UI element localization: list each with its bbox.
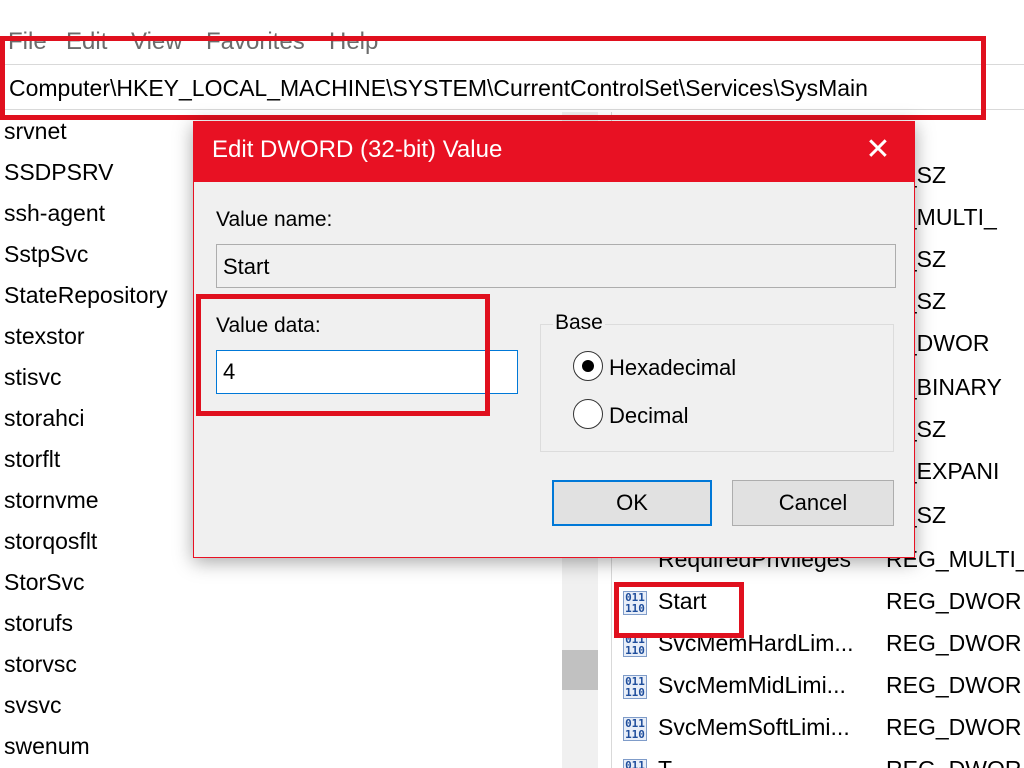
tree-item[interactable]: stisvc [4, 364, 62, 391]
dword-value-icon: 011 110 [620, 756, 650, 768]
cancel-button[interactable]: Cancel [732, 480, 894, 526]
base-group: Base Hexadecimal Decimal [540, 311, 894, 452]
tree-item[interactable]: storqosflt [4, 528, 97, 555]
dword-value-icon: 011 110 [623, 717, 647, 741]
address-highlight-box [0, 36, 986, 120]
value-name: SvcMemMidLimi... [658, 672, 846, 698]
value-type: REG_DWOR [886, 588, 1022, 614]
value-type: REG_DWOR [886, 714, 1022, 740]
tree-item[interactable]: SstpSvc [4, 241, 88, 268]
dialog-title: Edit DWORD (32-bit) Value [212, 136, 503, 163]
tree-item[interactable]: SSDPSRV [4, 159, 114, 186]
value-name: SvcMemSoftLimi... [658, 714, 850, 740]
tree-item[interactable]: srvnet [4, 118, 67, 145]
decimal-radio[interactable] [573, 399, 603, 429]
tree-item[interactable]: StateRepository [4, 282, 168, 309]
ok-button[interactable]: OK [552, 480, 712, 526]
tree-item[interactable]: stexstor [4, 323, 85, 350]
value-type: REG_DWOR [886, 630, 1022, 656]
tree-item[interactable]: stornvme [4, 487, 99, 514]
decimal-label[interactable]: Decimal [609, 403, 688, 429]
dword-value-icon: 011 110 [623, 675, 647, 699]
tree-item[interactable]: StorSvc [4, 569, 85, 596]
tree-item[interactable]: swenum [4, 733, 90, 760]
radio-selected-dot [582, 360, 594, 372]
tree-item[interactable]: storahci [4, 405, 85, 432]
close-icon[interactable]: ✕ [860, 132, 896, 168]
value-row-svcmemsoftlimit[interactable]: 011 110 SvcMemSoftLimi... REG_DWOR [612, 708, 1024, 750]
value-type: REG_DWOR [886, 672, 1022, 698]
value-row-t[interactable]: 011 110 T REG_DWOR [612, 750, 1024, 768]
value-type: REG_DWOR [886, 756, 1021, 768]
start-value-highlight-box [614, 582, 744, 638]
tree-item[interactable]: svsvc [4, 692, 62, 719]
hexadecimal-radio[interactable] [573, 351, 603, 381]
value-name-field: Start [216, 244, 896, 288]
hexadecimal-label[interactable]: Hexadecimal [609, 355, 736, 381]
value-row-svcmemmidlimit[interactable]: 011 110 SvcMemMidLimi... REG_DWOR [612, 666, 1024, 708]
value-name-label: Value name: [216, 208, 333, 231]
tree-scroll-thumb[interactable] [562, 650, 598, 690]
tree-item[interactable]: storflt [4, 446, 60, 473]
tree-item[interactable]: ssh-agent [4, 200, 105, 227]
value-data-highlight-box [196, 294, 490, 416]
dialog-titlebar[interactable]: Edit DWORD (32-bit) Value ✕ [194, 122, 914, 182]
value-name-text: Start [223, 254, 270, 279]
tree-item[interactable]: storufs [4, 610, 73, 637]
tree-item[interactable]: storvsc [4, 651, 77, 678]
value-name: T [658, 756, 672, 768]
base-label: Base [553, 311, 605, 335]
edit-dword-dialog: Edit DWORD (32-bit) Value ✕ Value name: … [193, 121, 915, 558]
